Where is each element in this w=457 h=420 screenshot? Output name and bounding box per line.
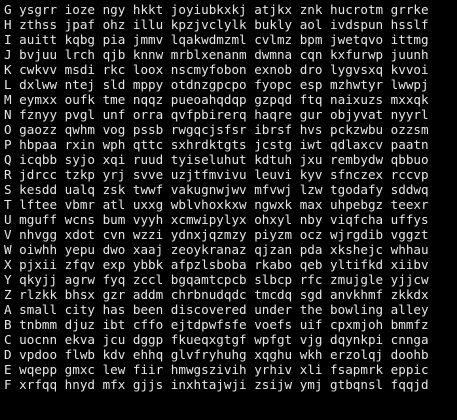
terminal-line: U mguff wcns bum vyyh xcmwipylyx ohxyl n… — [4, 212, 429, 227]
terminal-line: D vpdoo flwb kdv ehhq glvfryhuhg xqghu w… — [4, 347, 429, 362]
terminal-line: P hbpaa rxin wph qttc sxhrdktgts jcstg i… — [4, 137, 429, 152]
terminal-line: S kesdd ualq zsk twwf vakugnwjwv mfvwj l… — [4, 182, 429, 197]
terminal-line: O gaozz qwhm vog pssb rwgqcjsfsr ibrsf h… — [4, 122, 429, 137]
terminal-line: H zthss jpaf ohz illu kpzjvclylk bukly a… — [4, 17, 429, 32]
terminal-line: X pjxii zfqv exp ybbk afpzlsboba rkabo q… — [4, 257, 429, 272]
terminal-line: K cwkvv msdi rkc loox nscmyfobon exnob d… — [4, 62, 429, 77]
terminal-line: G ysgrr ioze ngy hkkt joyiubkxkj atjkx z… — [4, 2, 429, 17]
terminal-line: Y qkyjj agrw fyq zccl bgqamtcpcb slbcp r… — [4, 272, 429, 287]
terminal-line: Q icqbb syjo xqi ruud tyiseluhut kdtuh j… — [4, 152, 429, 167]
terminal-line: N fznyy pvgl unf orra qvfpbirerq haqre g… — [4, 107, 429, 122]
terminal-output: G ysgrr ioze ngy hkkt joyiubkxkj atjkx z… — [4, 2, 429, 392]
terminal-line: I auitt kqbg pia jmmv lqakwdmzml cvlmz b… — [4, 32, 429, 47]
terminal-line: T lftee vbmr atl uxxg wblvhoxkxw ngwxk m… — [4, 197, 429, 212]
terminal-line: L dxlww ntej sld mppy otdnzgpcpo fyopc e… — [4, 77, 429, 92]
terminal-line: C uocnn ekva jcu dggp fkueqxgtgf wpfgt v… — [4, 332, 429, 347]
terminal-line: W oiwhh yepu dwo xaaj zeoykranaz qjzan p… — [4, 242, 429, 257]
terminal-line: F xrfqq hnyd mfx gjjs inxhtajwji zsijw y… — [4, 377, 429, 392]
terminal-window[interactable]: G ysgrr ioze ngy hkkt joyiubkxkj atjkx z… — [0, 0, 457, 420]
terminal-line: E wqepp gmxc lew fiir hmwgszivih yrhiv x… — [4, 362, 429, 377]
terminal-line: J bvjuu lrch qjb knnw mrblxenanm dwmna c… — [4, 47, 429, 62]
terminal-line: M eymxx oufk tme nqqz pueoahqdqp gzpqd f… — [4, 92, 429, 107]
terminal-line: A small city has been discovered under t… — [4, 302, 429, 317]
terminal-line: R jdrcc tzkp yrj svve uzjtfmvivu leuvi k… — [4, 167, 429, 182]
terminal-line: V nhvgg xdot cvn wzzi ydnxjqzmzy piyzm o… — [4, 227, 429, 242]
terminal-line: Z rlzkk bhsx gzr addm chrbnudqdc tmcdq s… — [4, 287, 429, 302]
terminal-line: B tnbmm djuz ibt cffo ejtdpwfsfe voefs u… — [4, 317, 429, 332]
